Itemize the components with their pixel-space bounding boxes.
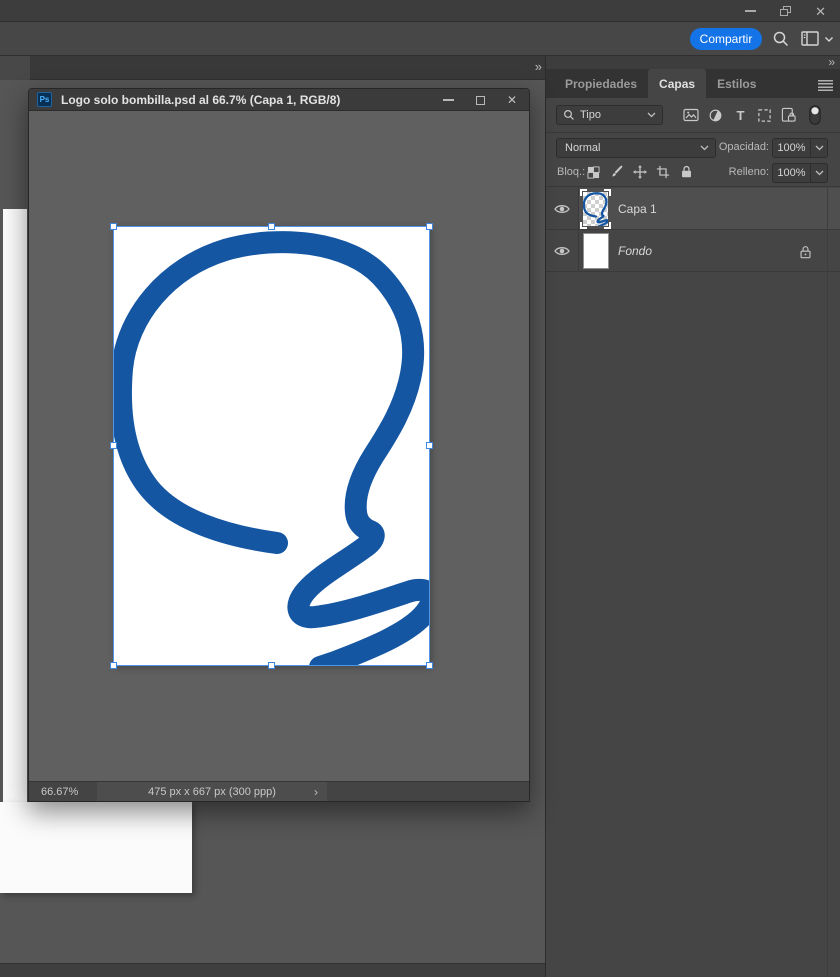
panel-tabs: Propiedades Capas Estilos bbox=[546, 69, 840, 98]
eye-icon bbox=[554, 246, 570, 255]
blend-mode-row: Normal Opacidad: 100% bbox=[546, 137, 840, 159]
panel-dock: » Propiedades Capas Estilos Tipo T Norma… bbox=[545, 55, 840, 977]
panel-menu-icon[interactable] bbox=[818, 80, 833, 91]
eye-icon bbox=[554, 204, 570, 213]
document-dimensions: 475 px x 667 px (300 ppp) bbox=[148, 786, 276, 798]
filter-pixel-layers-icon[interactable] bbox=[683, 107, 699, 123]
layer-content[interactable]: Fondo bbox=[579, 230, 840, 271]
layer-name[interactable]: Capa 1 bbox=[618, 202, 657, 216]
document-titlebar[interactable]: Ps Logo solo bombilla.psd al 66.7% (Capa… bbox=[29, 89, 529, 111]
workspace-icon[interactable] bbox=[801, 31, 819, 46]
document-window: Ps Logo solo bombilla.psd al 66.7% (Capa… bbox=[28, 88, 530, 802]
layer-row-fondo[interactable]: Fondo bbox=[546, 230, 840, 272]
document-window-controls: ✕ bbox=[442, 89, 517, 111]
search-icon bbox=[564, 110, 574, 120]
chevron-down-icon bbox=[647, 112, 656, 118]
layer-content[interactable]: Capa 1 bbox=[579, 188, 840, 229]
tab-capas[interactable]: Capas bbox=[648, 69, 707, 98]
collapse-panels-icon[interactable]: » bbox=[828, 55, 835, 69]
doc-close-button[interactable]: ✕ bbox=[507, 94, 517, 106]
opacity-value[interactable]: 100% bbox=[773, 139, 810, 157]
fill-label: Relleno: bbox=[728, 166, 769, 178]
document-statusbar: 66.67% 475 px x 667 px (300 ppp) › bbox=[29, 781, 529, 801]
bulb-thumbnail-art bbox=[583, 191, 608, 226]
layer-filter-row: Tipo T bbox=[546, 104, 840, 126]
ps-file-icon: Ps bbox=[37, 92, 52, 107]
background-document-canvas bbox=[0, 802, 192, 893]
filter-type-layers-icon[interactable]: T bbox=[732, 107, 748, 123]
lock-all-icon[interactable] bbox=[678, 164, 694, 180]
svg-text:T: T bbox=[736, 108, 744, 123]
filter-toggle-switch[interactable] bbox=[808, 105, 821, 125]
lock-position-icon[interactable] bbox=[632, 164, 648, 180]
chevron-down-icon[interactable] bbox=[824, 36, 834, 43]
background-document-canvas-strip bbox=[3, 209, 27, 802]
photoshop-app: ✕ Compartir » Ps Logo solo bombilla.psd … bbox=[0, 0, 840, 977]
filter-kind-dropdown[interactable]: Tipo bbox=[556, 105, 663, 125]
tab-propiedades[interactable]: Propiedades bbox=[554, 69, 648, 98]
opacity-field[interactable]: 100% bbox=[772, 138, 828, 158]
dock-header: » bbox=[546, 55, 840, 69]
options-bar: Compartir bbox=[0, 22, 840, 56]
divider bbox=[546, 132, 840, 133]
zoom-level-field[interactable]: 66.67% bbox=[41, 786, 87, 798]
doc-minimize-button[interactable] bbox=[442, 99, 454, 101]
layer-list: Capa 1 Fondo bbox=[546, 188, 840, 272]
restore-button[interactable] bbox=[780, 6, 792, 16]
doc-maximize-button[interactable] bbox=[475, 95, 485, 105]
visibility-cell[interactable] bbox=[546, 230, 579, 271]
maximize-icon bbox=[475, 95, 485, 105]
chevron-down-icon[interactable] bbox=[810, 139, 827, 157]
tab-estilos[interactable]: Estilos bbox=[706, 69, 767, 98]
lock-transparent-pixels-icon[interactable] bbox=[585, 164, 601, 180]
opacity-label: Opacidad: bbox=[718, 141, 769, 153]
share-button[interactable]: Compartir bbox=[690, 28, 762, 50]
filter-kind-label: Tipo bbox=[580, 109, 601, 121]
layer-row-capa1[interactable]: Capa 1 bbox=[546, 188, 840, 230]
filter-shape-layers-icon[interactable] bbox=[756, 107, 772, 123]
minimize-button[interactable] bbox=[745, 10, 757, 12]
filter-smart-objects-icon[interactable] bbox=[780, 107, 796, 123]
blend-mode-dropdown[interactable]: Normal bbox=[556, 138, 716, 158]
app-titlebar: ✕ bbox=[0, 0, 840, 22]
selection-bracket bbox=[580, 221, 587, 229]
bulb-artwork bbox=[113, 231, 430, 666]
minimize-icon bbox=[745, 10, 757, 12]
document-canvas[interactable] bbox=[113, 226, 430, 666]
selection-bracket bbox=[580, 188, 587, 196]
divider bbox=[546, 186, 840, 187]
close-button[interactable]: ✕ bbox=[815, 5, 826, 18]
layer-name[interactable]: Fondo bbox=[618, 244, 652, 258]
lock-artboard-icon[interactable] bbox=[655, 164, 671, 180]
document-title: Logo solo bombilla.psd al 66.7% (Capa 1,… bbox=[61, 92, 341, 107]
lock-row: Bloq.: Relleno: 100% bbox=[546, 162, 840, 184]
search-icon[interactable] bbox=[772, 30, 790, 48]
layer-thumbnail[interactable] bbox=[580, 188, 611, 229]
minimize-icon bbox=[442, 99, 454, 101]
canvas-area bbox=[29, 111, 529, 781]
selection-bracket bbox=[604, 188, 611, 196]
blend-mode-value: Normal bbox=[565, 142, 601, 154]
layers-panel: Tipo T Normal Opacidad: 100% Bloq.: Rell… bbox=[546, 98, 840, 977]
panel-scroll-gutter[interactable] bbox=[827, 188, 828, 977]
tab-strip-corner bbox=[0, 56, 30, 80]
filter-adjustment-layers-icon[interactable] bbox=[707, 107, 723, 123]
lock-image-pixels-icon[interactable] bbox=[608, 164, 624, 180]
chevron-down-icon[interactable] bbox=[810, 164, 827, 182]
transparency-checkerboard bbox=[583, 191, 608, 226]
fill-value[interactable]: 100% bbox=[773, 164, 810, 182]
document-info-field[interactable]: 475 px x 667 px (300 ppp) › bbox=[97, 782, 327, 801]
document-tab-strip: » bbox=[0, 56, 545, 80]
lock-icon bbox=[799, 245, 812, 259]
fill-field[interactable]: 100% bbox=[772, 163, 828, 183]
layer-thumbnail[interactable] bbox=[583, 232, 609, 269]
visibility-cell[interactable] bbox=[546, 188, 579, 229]
tab-overflow-chevrons-icon[interactable]: » bbox=[535, 59, 542, 74]
selection-bracket bbox=[604, 221, 611, 229]
lock-label: Bloq.: bbox=[557, 166, 586, 178]
background-document-statusbar bbox=[0, 963, 545, 977]
status-chevron-icon[interactable]: › bbox=[314, 785, 318, 799]
app-window-controls: ✕ bbox=[745, 0, 826, 22]
